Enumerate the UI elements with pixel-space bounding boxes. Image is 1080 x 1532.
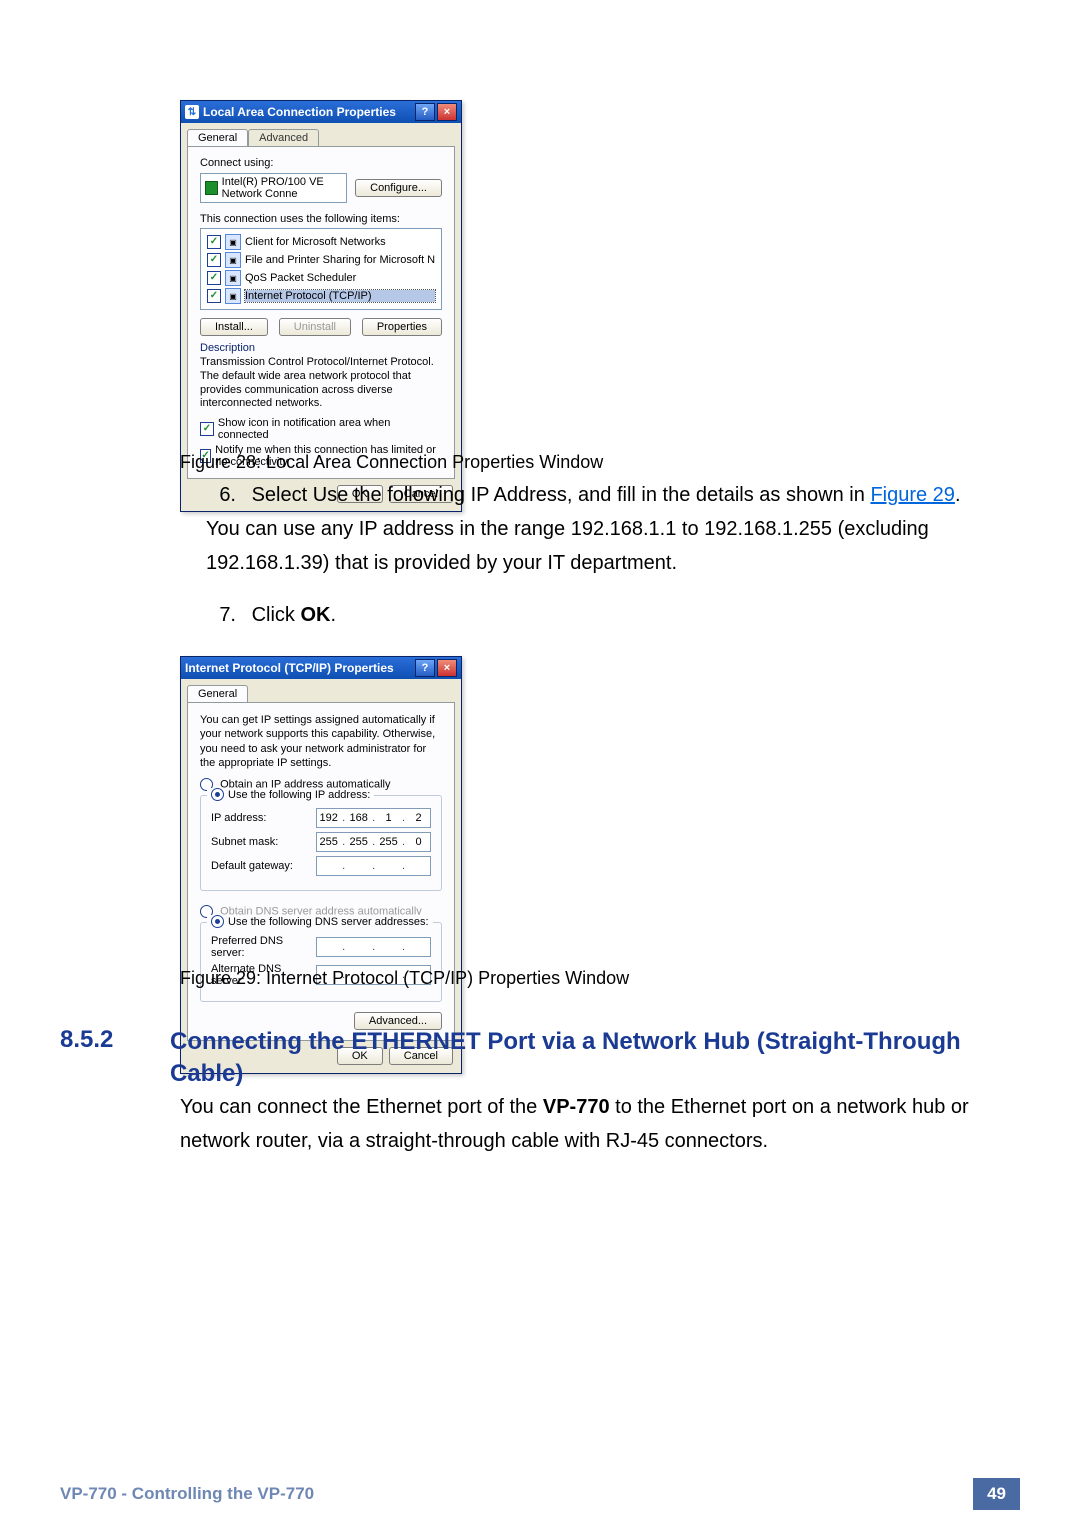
item-label: Internet Protocol (TCP/IP) [245, 290, 435, 302]
step-6: 6. Select Use the following IP Address, … [200, 478, 990, 580]
subnet-mask-input[interactable]: 255. 255. 255. 0 [316, 832, 431, 852]
preferred-dns-input[interactable]: . . . [316, 937, 431, 957]
item-label: Client for Microsoft Networks [245, 236, 435, 248]
page-number: 49 [973, 1478, 1020, 1510]
checkbox-label: Show icon in notification area when conn… [218, 417, 442, 441]
step-text: . [330, 604, 336, 626]
figure-29-link[interactable]: Figure 29 [870, 484, 955, 506]
step-number: 6. [206, 478, 236, 512]
tab-general[interactable]: General [187, 129, 248, 146]
dialog-titlebar[interactable]: Internet Protocol (TCP/IP) Properties ? … [181, 657, 461, 679]
use-following-dns-radio[interactable]: Use the following DNS server addresses: [207, 915, 433, 928]
checkbox[interactable] [200, 422, 214, 436]
tcpip-properties-dialog: Internet Protocol (TCP/IP) Properties ? … [180, 656, 462, 1074]
item-label: QoS Packet Scheduler [245, 272, 435, 284]
lan-properties-dialog: ⇅ Local Area Connection Properties ? × G… [180, 100, 462, 512]
service-icon: ▣ [225, 252, 241, 268]
checkbox[interactable] [207, 253, 221, 267]
checkbox[interactable] [207, 235, 221, 249]
figure-29-caption: Figure 29: Internet Protocol (TCP/IP) Pr… [180, 968, 629, 989]
product-name: VP-770 [543, 1096, 610, 1118]
help-button[interactable]: ? [415, 103, 435, 121]
list-item[interactable]: ▣ Internet Protocol (TCP/IP) [207, 287, 435, 305]
install-button[interactable]: Install... [200, 318, 268, 336]
subnet-mask-label: Subnet mask: [211, 836, 316, 848]
section-number: 8.5.2 [60, 1026, 170, 1091]
dialog-titlebar[interactable]: ⇅ Local Area Connection Properties ? × [181, 101, 461, 123]
adapter-name: Intel(R) PRO/100 VE Network Conne [222, 176, 342, 200]
checkbox[interactable] [207, 271, 221, 285]
section-title: Connecting the ETHERNET Port via a Netwo… [170, 1026, 1020, 1091]
item-label: File and Printer Sharing for Microsoft N… [245, 254, 435, 266]
radio-label: Use the following DNS server addresses: [228, 916, 429, 928]
properties-button[interactable]: Properties [362, 318, 442, 336]
tab-advanced[interactable]: Advanced [248, 129, 319, 146]
description-title: Description [200, 342, 442, 354]
description-text: Transmission Control Protocol/Internet P… [200, 356, 442, 411]
radio[interactable] [211, 788, 224, 801]
adapter-field[interactable]: Intel(R) PRO/100 VE Network Conne [200, 173, 347, 203]
adapter-icon [205, 181, 218, 195]
info-text: You can get IP settings assigned automat… [200, 713, 442, 770]
show-icon-checkbox[interactable]: Show icon in notification area when conn… [200, 417, 442, 441]
preferred-dns-label: Preferred DNS server: [211, 935, 316, 959]
help-button[interactable]: ? [415, 659, 435, 677]
close-button[interactable]: × [437, 103, 457, 121]
ip-address-input[interactable]: 192. 168. 1. 2 [316, 808, 431, 828]
step-number: 7. [206, 598, 236, 632]
items-listbox[interactable]: ▣ Client for Microsoft Networks ▣ File a… [200, 228, 442, 310]
dialog-title: Internet Protocol (TCP/IP) Properties [185, 661, 394, 675]
uninstall-button: Uninstall [279, 318, 351, 336]
service-icon: ▣ [225, 270, 241, 286]
dialog-title: Local Area Connection Properties [203, 105, 396, 119]
default-gateway-label: Default gateway: [211, 860, 316, 872]
ip-address-label: IP address: [211, 812, 316, 824]
step-text: Click [252, 604, 301, 626]
radio-label: Use the following IP address: [228, 789, 370, 801]
checkbox[interactable] [207, 289, 221, 303]
list-item[interactable]: ▣ Client for Microsoft Networks [207, 233, 435, 251]
step-text: Select Use the following IP Address, and… [252, 484, 871, 506]
footer-label: VP-770 - Controlling the VP-770 [60, 1484, 314, 1504]
connect-using-label: Connect using: [200, 157, 442, 169]
network-icon: ⇅ [185, 105, 199, 119]
figure-28-caption: Figure 28: Local Area Connection Propert… [180, 452, 603, 473]
step-7: 7. Click OK. [200, 598, 990, 632]
close-button[interactable]: × [437, 659, 457, 677]
tab-general[interactable]: General [187, 685, 248, 702]
list-item[interactable]: ▣ File and Printer Sharing for Microsoft… [207, 251, 435, 269]
protocol-icon: ▣ [225, 288, 241, 304]
radio[interactable] [211, 915, 224, 928]
items-label: This connection uses the following items… [200, 213, 442, 225]
list-item[interactable]: ▣ QoS Packet Scheduler [207, 269, 435, 287]
body-text: You can connect the Ethernet port of the [180, 1096, 543, 1118]
default-gateway-input[interactable]: . . . [316, 856, 431, 876]
configure-button[interactable]: Configure... [355, 179, 442, 197]
step-text-bold: OK [300, 604, 330, 626]
use-following-ip-radio[interactable]: Use the following IP address: [207, 788, 374, 801]
client-icon: ▣ [225, 234, 241, 250]
